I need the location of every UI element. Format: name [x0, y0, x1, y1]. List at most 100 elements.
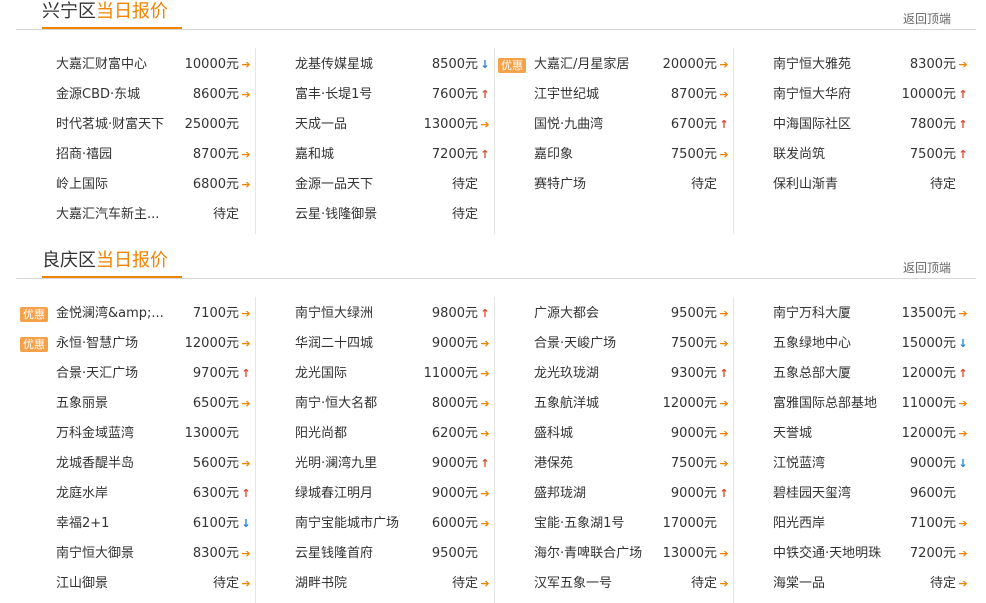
property-name-link[interactable]: 海棠一品 [773, 569, 895, 599]
price-value: 9500元 [670, 306, 717, 321]
price-value: 待定 [690, 177, 717, 192]
property-name-link[interactable]: 五象丽景 [56, 389, 178, 419]
listing-row: 万科金域蓝湾 13000元 [16, 419, 255, 449]
property-name-link[interactable]: 碧桂园天玺湾 [773, 479, 895, 509]
discount-badge: 优惠 [20, 337, 48, 352]
property-name-link[interactable]: 五象总部大厦 [773, 359, 895, 389]
property-name-link[interactable]: 南宁宝能城市广场 [295, 509, 417, 539]
property-name-link[interactable]: 盛邦珑湖 [534, 479, 656, 509]
property-name-link[interactable]: 嘉印象 [534, 140, 656, 170]
listing-row: 大嘉汇财富中心 10000元 ➔ [16, 50, 255, 80]
back-to-top-link[interactable]: 返回顶端 [903, 10, 951, 27]
property-name-link[interactable]: 江悦蓝湾 [773, 449, 895, 479]
trend-flat-icon: ➔ [241, 547, 251, 560]
column-divider [494, 48, 495, 234]
price-value: 7100元 [909, 516, 956, 531]
property-name-link[interactable]: 龙城香醍半岛 [56, 449, 178, 479]
listing-row: 绿城春江明月 9000元 ➔ [255, 479, 494, 509]
listing-row: 金源CBD·东城 8600元 ➔ [16, 80, 255, 110]
property-name-link[interactable]: 大嘉汇财富中心 [56, 50, 178, 80]
property-name-link[interactable]: 中铁交通·天地明珠 [773, 539, 895, 569]
back-to-top-link[interactable]: 返回顶端 [903, 259, 951, 276]
property-name-link[interactable]: 汉军五象一号 [534, 569, 656, 599]
property-name-link[interactable]: 阳光西岸 [773, 509, 895, 539]
property-name-link[interactable]: 阳光尚都 [295, 419, 417, 449]
property-name-link[interactable]: 港保苑 [534, 449, 656, 479]
property-name-link[interactable]: 海尔·青啤联合广场 [534, 539, 656, 569]
property-name-link[interactable]: 龙光玖珑湖 [534, 359, 656, 389]
property-name-link[interactable]: 中海国际社区 [773, 110, 895, 140]
price-value: 待定 [212, 207, 239, 222]
property-name-link[interactable]: 江山御景 [56, 569, 178, 599]
trend-flat-icon: ➔ [480, 577, 490, 590]
property-name-link[interactable]: 嘉和城 [295, 140, 417, 170]
price-value: 12000元 [184, 336, 239, 351]
property-name-link[interactable]: 龙庭水岸 [56, 479, 178, 509]
property-name-link[interactable]: 南宁恒大雅苑 [773, 50, 895, 80]
property-name-link[interactable]: 龙基传媒星城 [295, 50, 417, 80]
trend-flat-icon: ➔ [958, 58, 968, 71]
property-name-link[interactable]: 绿城春江明月 [295, 479, 417, 509]
trend-flat-icon: ➔ [480, 397, 490, 410]
property-name-link[interactable]: 南宁恒大绿洲 [295, 299, 417, 329]
property-name-link[interactable]: 南宁恒大华府 [773, 80, 895, 110]
property-name-link[interactable]: 万科金域蓝湾 [56, 419, 178, 449]
listing-row: 盛科城 9000元 ➔ [494, 419, 733, 449]
property-name-link[interactable]: 合景·天汇广场 [56, 359, 178, 389]
property-name-link[interactable]: 湖畔书院 [295, 569, 417, 599]
property-name-link[interactable]: 天誉城 [773, 419, 895, 449]
property-name-link[interactable]: 富雅国际总部基地 [773, 389, 895, 419]
listing-row: 龙城香醍半岛 5600元 ➔ [16, 449, 255, 479]
price-value: 待定 [929, 177, 956, 192]
listing-row: 优惠 永恒·智慧广场 12000元 ➔ [16, 329, 255, 359]
listing-row: 嘉和城 7200元 ↑ [255, 140, 494, 170]
property-name-link[interactable]: 五象航洋城 [534, 389, 656, 419]
property-name-link[interactable]: 龙光国际 [295, 359, 417, 389]
property-name-link[interactable]: 南宁·恒大名都 [295, 389, 417, 419]
property-name-link[interactable]: 时代茗城·财富天下 [56, 110, 178, 140]
property-name-link[interactable]: 云星钱隆首府 [295, 539, 417, 569]
price-column: 南宁恒大雅苑 8300元 ➔ 南宁恒大华府 10000元 ↑ 中海国际社区 7800元 ↑ 联发尚… [733, 48, 972, 234]
property-name-link[interactable]: 南宁恒大御景 [56, 539, 178, 569]
price-value: 8700元 [192, 147, 239, 162]
property-name-link[interactable]: 金源一品天下 [295, 170, 417, 200]
trend-up-icon: ↑ [480, 457, 490, 470]
listing-row: 海棠一品 待定 ➔ [733, 569, 972, 599]
property-name-link[interactable]: 五象绿地中心 [773, 329, 895, 359]
property-name-link[interactable]: 金源CBD·东城 [56, 80, 178, 110]
price-column: 优惠 金悦澜湾&amp;... 7100元 ➔ 优惠 永恒·智慧广场 12000元 ➔ 合景·天… [16, 297, 255, 603]
property-name-link[interactable]: 天成一品 [295, 110, 417, 140]
listing-row: 江宇世纪城 8700元 ➔ [494, 80, 733, 110]
property-name-link[interactable]: 合景·天峻广场 [534, 329, 656, 359]
property-name-link[interactable]: 大嘉汇/月星家居 [534, 50, 656, 80]
column-divider [733, 297, 734, 603]
property-name-link[interactable]: 广源大都会 [534, 299, 656, 329]
property-name-link[interactable]: 幸福2+1 [56, 509, 178, 539]
price-value: 7500元 [670, 456, 717, 471]
trend-down-icon: ↓ [958, 457, 968, 470]
property-name-link[interactable]: 盛科城 [534, 419, 656, 449]
trend-down-icon: ↓ [241, 517, 251, 530]
property-name-link[interactable]: 云星·钱隆御景 [295, 200, 417, 230]
property-name-link[interactable]: 光明·澜湾九里 [295, 449, 417, 479]
listing-row: 港保苑 7500元 ➔ [494, 449, 733, 479]
property-name-link[interactable]: 富丰·长堤1号 [295, 80, 417, 110]
property-name-link[interactable]: 南宁万科大厦 [773, 299, 895, 329]
property-name-link[interactable]: 岭上国际 [56, 170, 178, 200]
property-name-link[interactable]: 赛特广场 [534, 170, 656, 200]
property-name-link[interactable]: 江宇世纪城 [534, 80, 656, 110]
property-name-link[interactable]: 金悦澜湾&amp;... [56, 299, 178, 329]
property-name-link[interactable]: 保利山渐青 [773, 170, 895, 200]
listing-row: 五象航洋城 12000元 ➔ [494, 389, 733, 419]
listing-row: 海尔·青啤联合广场 13000元 ➔ [494, 539, 733, 569]
property-name-link[interactable]: 华润二十四城 [295, 329, 417, 359]
property-name-link[interactable]: 联发尚筑 [773, 140, 895, 170]
property-name-link[interactable]: 大嘉汇汽车新主... [56, 200, 178, 230]
property-name-link[interactable]: 宝能·五象湖1号 [534, 509, 656, 539]
property-name-link[interactable]: 招商·禧园 [56, 140, 178, 170]
property-name-link[interactable]: 永恒·智慧广场 [56, 329, 178, 359]
trend-flat-icon: ➔ [719, 88, 729, 101]
property-name-link[interactable]: 国悦·九曲湾 [534, 110, 656, 140]
price-value: 9000元 [670, 486, 717, 501]
price-column: 南宁恒大绿洲 9800元 ↑ 华润二十四城 9000元 ➔ 龙光国际 11000元 ➔ 南宁·恒大… [255, 297, 494, 603]
